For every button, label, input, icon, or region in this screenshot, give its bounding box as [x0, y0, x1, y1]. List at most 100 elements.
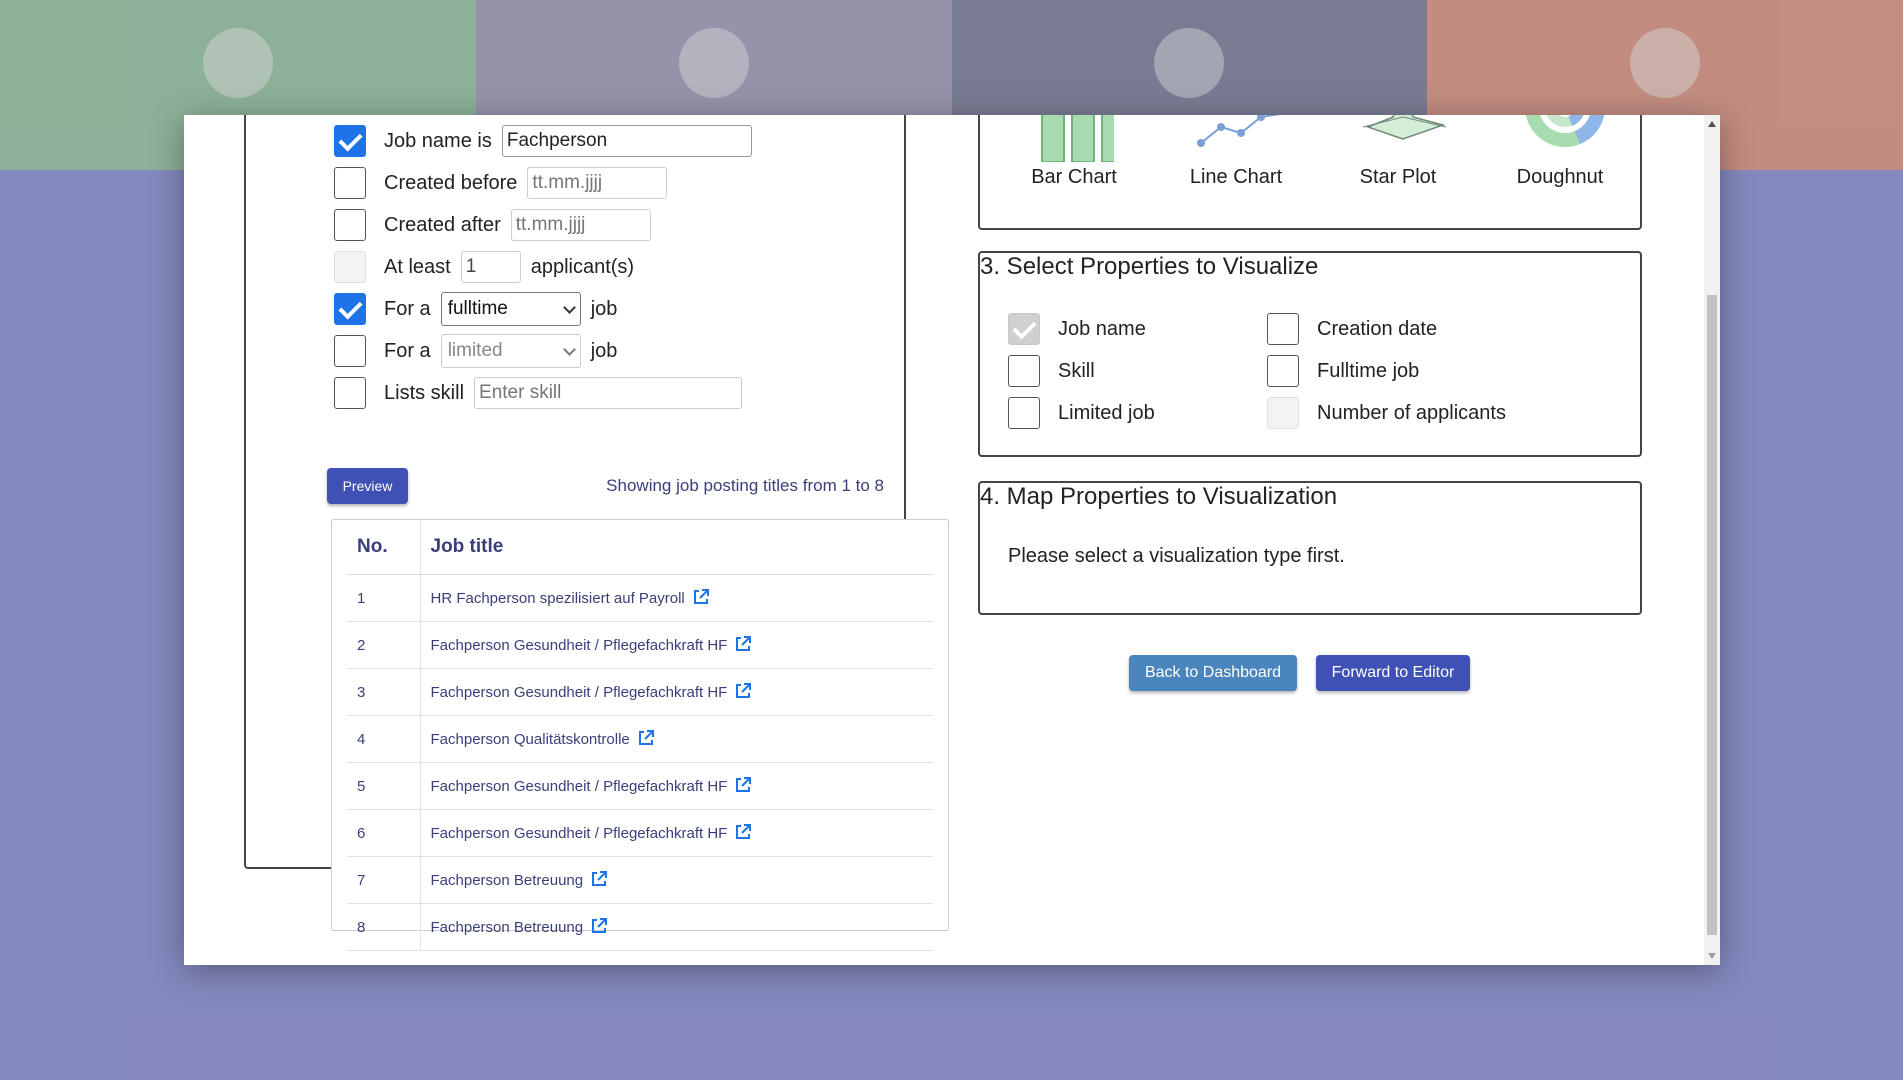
skill-input[interactable]	[474, 377, 743, 409]
job-name-prop-label: Job name	[1058, 317, 1146, 340]
row-number: 5	[347, 762, 421, 810]
contract-type-select-value: limited	[447, 340, 503, 361]
map-properties-title: 4. Map Properties to Visualization	[980, 483, 1338, 510]
select-properties-title: 3. Select Properties to Visualize	[980, 253, 1319, 280]
limited-job-checkbox[interactable]	[1008, 397, 1040, 429]
fulltime-checkbox[interactable]	[334, 293, 366, 325]
job-type-select[interactable]: fulltime	[440, 292, 581, 326]
job-suffix: job	[590, 297, 618, 320]
doughnut-label: Doughnut	[1516, 166, 1604, 188]
job-name-label: Job name is	[384, 129, 492, 152]
job-title-link[interactable]: Fachperson Gesundheit / Pflegefachkraft …	[431, 637, 728, 654]
row-number: 3	[347, 668, 421, 716]
skill-prop-checkbox[interactable]	[1008, 355, 1040, 387]
table-row: 5 Fachperson Gesundheit / Pflegefachkraft…	[347, 762, 933, 810]
filter-at-least: At least applicant(s)	[334, 249, 634, 285]
prop-num-applicants: Number of applicants	[1267, 395, 1506, 431]
prop-limited-job: Limited job	[1008, 395, 1155, 431]
table-row: 4 Fachperson Qualitätskontrolle	[347, 715, 933, 763]
job-title-cell: Fachperson Betreuung	[420, 856, 933, 904]
external-link-icon[interactable]	[693, 589, 709, 605]
external-link-icon[interactable]	[638, 730, 654, 746]
showing-count-text: Showing job posting titles from 1 to 8	[606, 476, 884, 495]
external-link-icon[interactable]	[735, 636, 752, 652]
prop-job-name: Job name	[1008, 311, 1146, 347]
lists-skill-label: Lists skill	[384, 381, 465, 404]
map-properties-message: Please select a visualization type first…	[1008, 545, 1345, 567]
job-title-cell: HR Fachperson spezilisiert auf Payroll	[420, 574, 933, 622]
job-titles-table: No. Job title 1 HR Fachperson spezilisier…	[331, 519, 949, 951]
external-link-icon[interactable]	[591, 871, 608, 887]
back-to-dashboard-button[interactable]: Back to Dashboard	[1129, 655, 1297, 691]
filter-panel: Job name is Created before Created after…	[244, 115, 949, 951]
row-number: 7	[347, 856, 421, 904]
job-name-checkbox[interactable]	[334, 125, 366, 157]
job-title-link[interactable]: Fachperson Betreuung	[431, 872, 584, 889]
job-title-link[interactable]: Fachperson Gesundheit / Pflegefachkraft …	[431, 684, 728, 701]
filter-job-name: Job name is	[334, 123, 752, 159]
contract-type-select[interactable]: limited	[440, 334, 581, 368]
limited-checkbox[interactable]	[334, 335, 366, 367]
line-chart-icon	[1197, 115, 1280, 147]
scrollbar-thumb[interactable]	[1707, 295, 1717, 935]
job-table: No. Job title 1 HR Fachperson spezilisier…	[347, 520, 933, 951]
job-title-cell: Fachperson Betreuung	[420, 903, 933, 951]
job-name-prop-checkbox[interactable]	[1008, 313, 1040, 345]
table-row: 2 Fachperson Gesundheit / Pflegefachkraft…	[347, 621, 933, 669]
line-chart-label: Line Chart	[1189, 166, 1283, 188]
job-suffix: job	[590, 339, 618, 362]
created-before-label: Created before	[384, 171, 518, 194]
applicants-suffix: applicant(s)	[530, 255, 635, 278]
scroll-up-arrow-icon[interactable]	[1708, 121, 1716, 127]
row-number: 2	[347, 621, 421, 669]
table-row: 8 Fachperson Betreuung	[347, 903, 933, 951]
job-title-link[interactable]: Fachperson Qualitätskontrolle	[431, 731, 630, 748]
visualization-wizard-modal: Job name is Created before Created after…	[184, 115, 1720, 965]
fulltime-job-checkbox[interactable]	[1267, 355, 1299, 387]
column-header-no: No.	[347, 520, 421, 575]
external-link-icon[interactable]	[735, 777, 752, 793]
table-row: 3 Fachperson Gesundheit / Pflegefachkraft…	[347, 668, 933, 716]
column-header-title: Job title	[420, 520, 933, 575]
skill-checkbox[interactable]	[334, 377, 366, 409]
at-least-label: At least	[384, 255, 451, 278]
created-after-checkbox[interactable]	[334, 209, 366, 241]
created-after-label: Created after	[384, 213, 501, 236]
filter-skill: Lists skill	[334, 375, 743, 411]
for-a-label: For a	[384, 297, 431, 320]
job-title-cell: Fachperson Gesundheit / Pflegefachkraft …	[420, 668, 933, 716]
job-title-link[interactable]: HR Fachperson spezilisiert auf Payroll	[431, 590, 685, 607]
map-properties-panel: 4. Map Properties to Visualization Pleas…	[978, 481, 1642, 615]
job-type-select-value: fulltime	[447, 298, 508, 319]
creation-date-checkbox[interactable]	[1267, 313, 1299, 345]
prop-creation-date: Creation date	[1267, 311, 1437, 347]
created-before-date-input[interactable]	[527, 167, 668, 199]
modal-scrollbar[interactable]	[1704, 115, 1720, 965]
job-name-input[interactable]	[501, 125, 752, 157]
created-before-checkbox[interactable]	[334, 167, 366, 199]
row-number: 4	[347, 715, 421, 763]
at-least-checkbox[interactable]	[334, 251, 366, 283]
job-title-link[interactable]: Fachperson Gesundheit / Pflegefachkraft …	[431, 825, 728, 842]
chevron-down-icon	[562, 300, 576, 314]
external-link-icon[interactable]	[735, 824, 752, 840]
job-title-link[interactable]: Fachperson Betreuung	[431, 919, 584, 936]
preview-button[interactable]: Preview	[327, 468, 408, 504]
job-title-cell: Fachperson Qualitätskontrolle	[420, 715, 933, 763]
applicants-count-input[interactable]	[460, 251, 521, 283]
external-link-icon[interactable]	[735, 683, 752, 699]
table-row: 1 HR Fachperson spezilisiert auf Payroll	[347, 574, 933, 622]
scroll-down-arrow-icon[interactable]	[1708, 953, 1716, 959]
job-title-link[interactable]: Fachperson Gesundheit / Pflegefachkraft …	[431, 778, 728, 795]
filter-limited: For a limited job	[334, 333, 617, 369]
job-title-cell: Fachperson Gesundheit / Pflegefachkraft …	[420, 762, 933, 810]
creation-date-label: Creation date	[1317, 317, 1438, 340]
row-number: 8	[347, 903, 421, 951]
row-number: 1	[347, 574, 421, 622]
external-link-icon[interactable]	[591, 918, 608, 934]
num-applicants-checkbox[interactable]	[1267, 397, 1299, 429]
created-after-date-input[interactable]	[510, 209, 651, 241]
skill-prop-label: Skill	[1058, 359, 1095, 382]
chevron-down-icon	[562, 342, 576, 356]
forward-to-editor-button[interactable]: Forward to Editor	[1316, 655, 1470, 691]
